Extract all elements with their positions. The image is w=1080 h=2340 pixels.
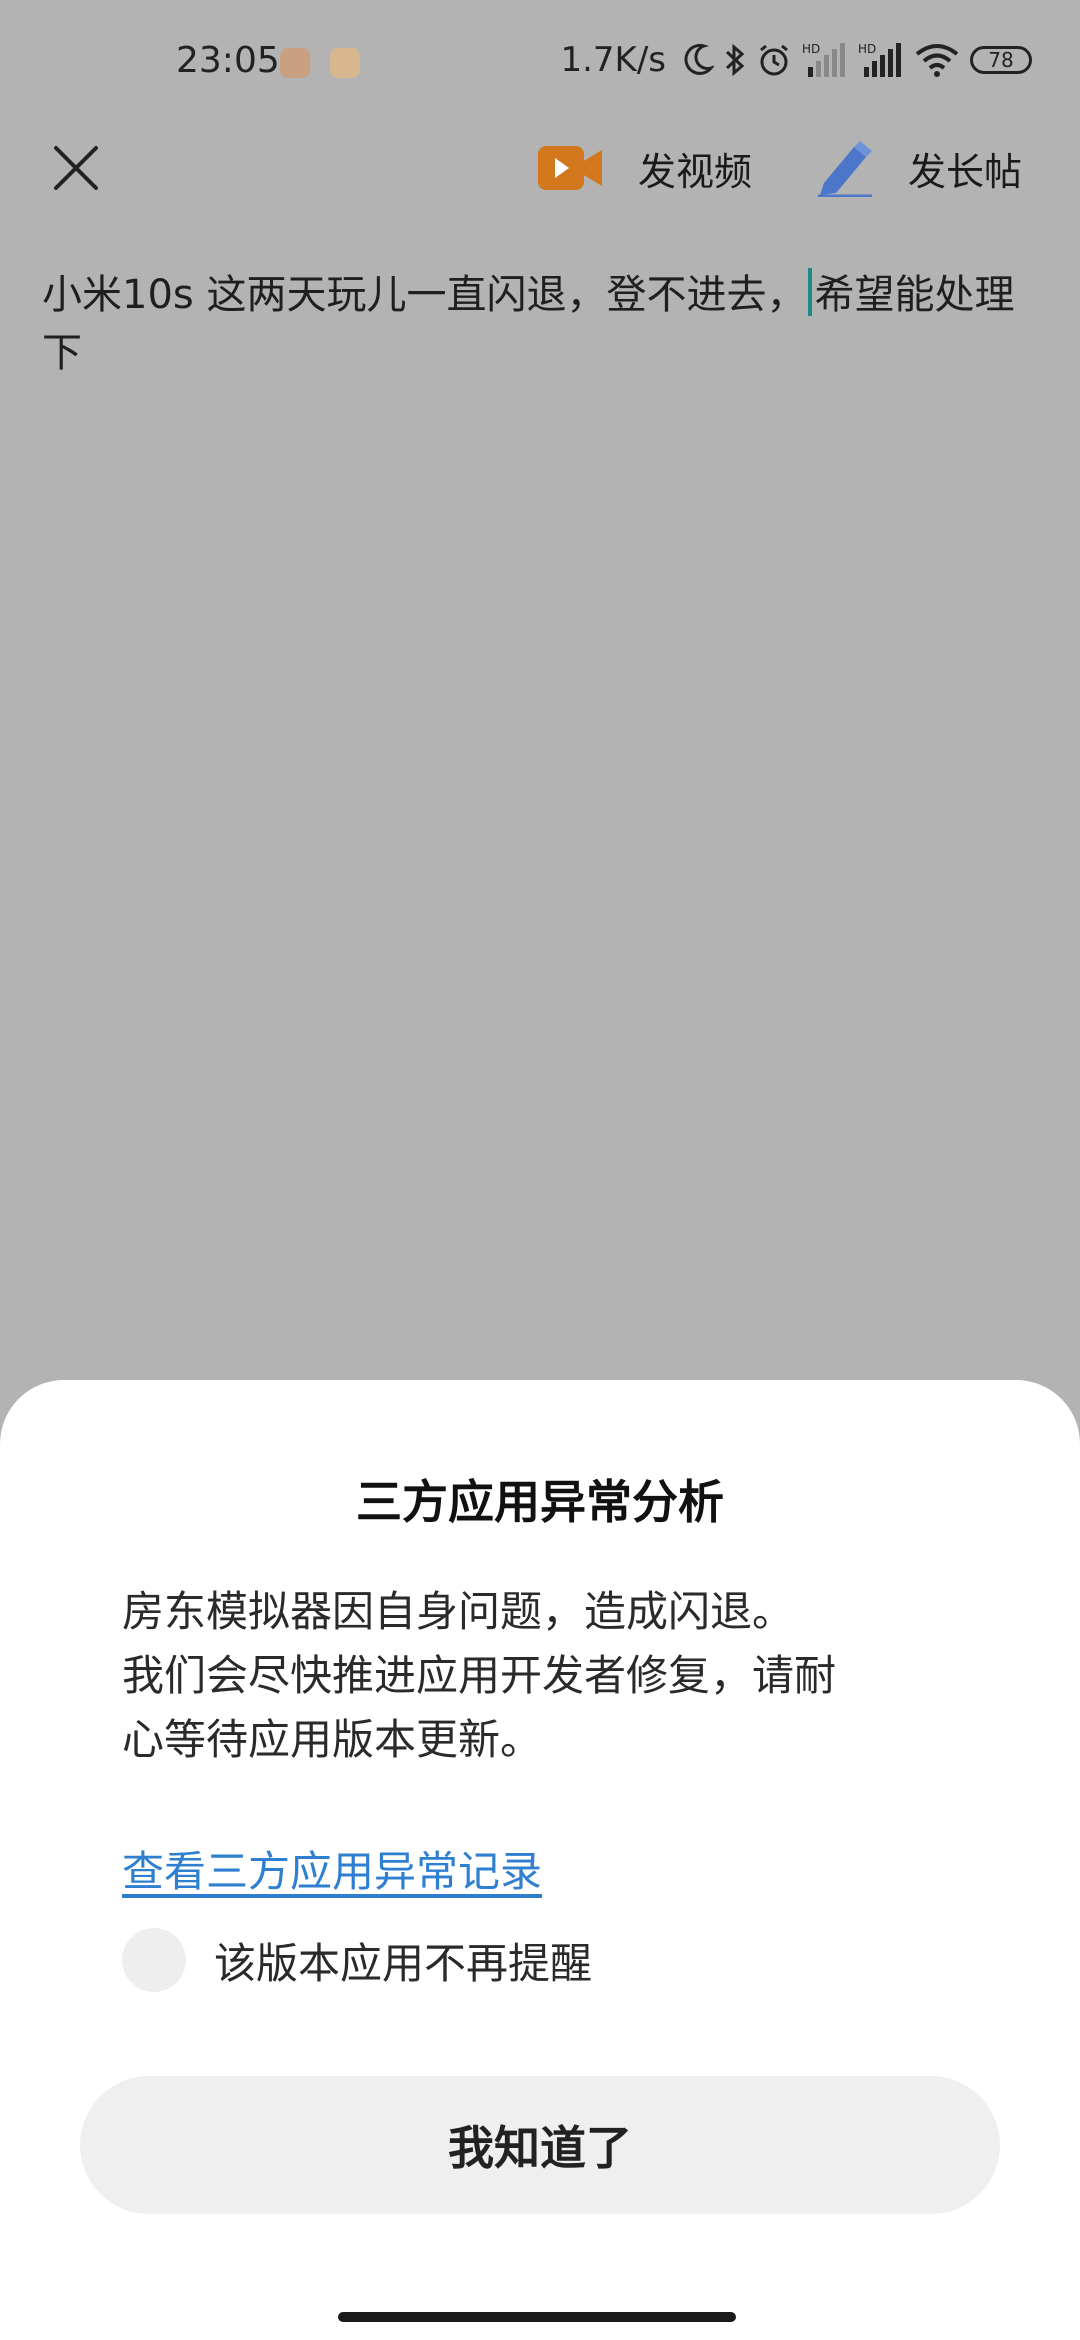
battery-icon: 78 <box>970 46 1032 74</box>
long-post-button[interactable]: 发长帖 <box>814 138 1022 198</box>
close-button[interactable] <box>48 140 104 196</box>
notification-app-icon <box>330 48 360 78</box>
dont-remind-label: 该版本应用不再提醒 <box>214 1938 593 1988</box>
home-indicator[interactable] <box>338 2312 736 2322</box>
text-caret <box>808 268 813 316</box>
video-camera-icon <box>538 146 602 190</box>
dont-remind-option[interactable]: 该版本应用不再提醒 <box>122 1928 592 1992</box>
svg-text:HD: HD <box>802 42 820 56</box>
dialog-message-line: 心等待应用版本更新。 <box>122 1715 543 1764</box>
alarm-icon <box>756 42 792 78</box>
status-icons: 1.7K/s HD HD 78 <box>560 40 1032 80</box>
status-time: 23:05 <box>176 40 280 81</box>
post-video-button[interactable]: 发视频 <box>538 138 752 198</box>
post-text-input[interactable]: 小米10s 这两天玩儿一直闪退，登不进去， 希望能处理下 <box>42 266 1042 382</box>
dialog-message-line: 房东模拟器因自身问题，造成闪退。 <box>122 1587 795 1636</box>
svg-text:HD: HD <box>858 42 876 56</box>
post-video-label: 发视频 <box>638 149 753 194</box>
dialog-message-line: 我们会尽快推进应用开发者修复，请耐 <box>122 1651 837 1700</box>
close-icon <box>54 146 98 190</box>
long-post-label: 发长帖 <box>908 149 1023 194</box>
moon-icon <box>682 43 714 77</box>
dialog-title: 三方应用异常分析 <box>356 1475 724 1529</box>
view-crash-records-link[interactable]: 查看三方应用异常记录 <box>122 1838 542 1899</box>
confirm-button[interactable]: 我知道了 <box>80 2076 1000 2214</box>
post-text-before-caret: 小米10s 这两天玩儿一直闪退，登不进去， <box>42 272 807 318</box>
bluetooth-icon <box>724 42 746 78</box>
signal-icon: HD <box>858 41 904 79</box>
wifi-icon <box>914 42 960 78</box>
network-speed: 1.7K/s <box>560 40 666 80</box>
dont-remind-checkbox[interactable] <box>122 1928 186 1992</box>
signal-icon: HD <box>802 41 848 79</box>
pen-icon <box>818 141 872 197</box>
notification-app-icon <box>280 48 310 78</box>
status-bar: 23:05 1.7K/s HD HD 78 <box>0 0 1080 126</box>
dialog-message: 房东模拟器因自身问题，造成闪退。 我们会尽快推进应用开发者修复，请耐 心等待应用… <box>122 1580 972 1772</box>
